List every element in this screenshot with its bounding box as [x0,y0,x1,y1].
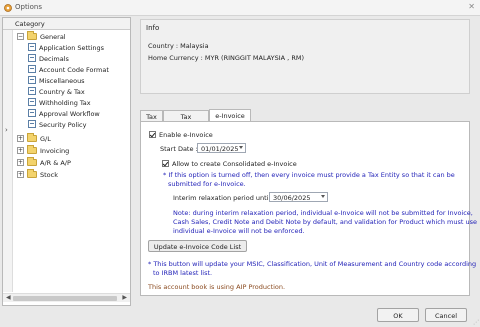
settings-page-icon [28,109,36,117]
tree-item-label: Approval Workflow [39,110,100,118]
chevron-down-icon[interactable] [239,146,243,149]
tree-item-stock[interactable]: + Stock [13,169,130,180]
settings-page-icon [28,120,36,128]
info-panel: Info Country : Malaysia Home Currency : … [140,19,470,94]
window-title: Options [15,3,43,11]
info-title: Info [146,24,160,32]
interim-relaxation-label: Interim relaxation period until : [173,194,275,202]
title-bar: Options ✕ [0,0,480,16]
collapse-toggle-icon[interactable]: − [17,33,24,40]
interim-relaxation-value: 30/06/2025 [273,194,311,202]
tree-item-label: Stock [40,171,58,179]
enable-e-invoice-label: Enable e-Invoice [159,131,213,139]
update-note-line-1: * This button will update your MSIC, Cla… [148,260,477,268]
consolidated-note-line-2: submitted for e-Invoice. [168,180,246,188]
allow-consolidated-checkbox[interactable] [162,160,169,167]
row-indicator-gutter: › [3,30,13,292]
tree-header: Category [3,18,130,30]
settings-page-icon [28,87,36,95]
tree-header-label: Category [15,20,45,28]
expand-toggle-icon[interactable]: + [17,171,24,178]
tree-item-label: Application Settings [39,44,105,52]
cancel-button[interactable]: Cancel [425,308,467,322]
tree-item-ar-ap[interactable]: + A/R & A/P [13,157,130,168]
folder-icon [27,157,37,166]
update-note-line-2: to IRBM latest list. [153,269,213,277]
tree-item-label: Security Policy [39,121,87,129]
tree-item-invoicing[interactable]: + Invoicing [13,145,130,156]
tree-item-label: General [40,33,66,41]
allow-consolidated-label: Allow to create Consolidated e-Invoice [172,160,297,168]
expand-toggle-icon[interactable]: + [17,159,24,166]
settings-page-icon [28,65,36,73]
aip-production-note: This account book is using AIP Productio… [148,283,286,291]
settings-page-icon [28,98,36,106]
tree-item-general[interactable]: − General [13,31,130,42]
update-e-invoice-code-list-button[interactable]: Update e-Invoice Code List [148,240,247,252]
tree-item-label: A/R & A/P [40,159,71,167]
tree-item-decimals[interactable]: Decimals [13,53,130,64]
tree-item-label: G/L [40,135,51,143]
country-text: Country : Malaysia [148,42,209,50]
folder-icon [27,145,37,154]
tree-item-withholding-tax[interactable]: Withholding Tax [13,97,130,108]
ok-button[interactable]: OK [377,308,419,322]
settings-page-icon [28,54,36,62]
enable-e-invoice-checkbox[interactable] [149,131,156,138]
expand-toggle-icon[interactable]: + [17,147,24,154]
home-currency-text: Home Currency : MYR (RINGGIT MALAYSIA , … [148,54,304,62]
start-date-picker[interactable]: 01/01/2025 [197,143,246,153]
tree-item-label: Country & Tax [39,88,85,96]
folder-icon [27,31,37,40]
tab-tax-reporting[interactable]: Tax Reporting [163,110,209,129]
interim-relaxation-date-picker[interactable]: 30/06/2025 [269,192,328,202]
folder-icon [27,169,37,178]
tab-e-invoice[interactable]: e-Invoice [209,109,251,121]
expand-toggle-icon[interactable]: + [17,135,24,142]
consolidated-note-line-1: * If this option is turned off, then eve… [163,171,455,179]
horizontal-scrollbar[interactable]: ◀ ▶ [3,293,130,302]
relaxation-note-line-3: individual e-Invoice will not be enforce… [173,227,305,235]
e-invoice-panel: Enable e-Invoice Start Date : 01/01/2025… [140,121,477,296]
tree-item-label: Withholding Tax [39,99,91,107]
tab-tax[interactable]: Tax [140,110,163,121]
relaxation-note-line-2: Cash Sales, Credit Note and Debit Note b… [173,218,478,226]
chevron-down-icon[interactable] [321,195,325,198]
start-date-value: 01/01/2025 [201,145,239,153]
relaxation-note-line-1: Note: during interim relaxation period, … [173,209,473,217]
tree-item-approval-workflow[interactable]: Approval Workflow [13,108,130,119]
tree-item-application-settings[interactable]: Application Settings [13,42,130,53]
tree-item-label: Account Code Format [39,66,109,74]
tree-item-country-tax[interactable]: Country & Tax [13,86,130,97]
close-icon[interactable]: ✕ [468,2,475,11]
tree-item-label: Invoicing [40,147,70,155]
tree-item-label: Miscellaneous [39,77,85,85]
folder-icon [27,133,37,142]
settings-page-icon [28,43,36,51]
scroll-thumb[interactable] [13,296,117,301]
tree-item-label: Decimals [39,55,69,63]
options-app-icon [4,4,12,12]
category-tree: Category › − General Application Setting… [2,17,131,306]
tree-item-security-policy[interactable]: Security Policy [13,119,130,130]
start-date-label: Start Date : [160,145,198,153]
settings-page-icon [28,76,36,84]
tree-item-miscellaneous[interactable]: Miscellaneous [13,75,130,86]
tree-item-gl[interactable]: + G/L [13,133,130,144]
scroll-right-icon[interactable]: ▶ [122,294,127,301]
tree-item-account-code-format[interactable]: Account Code Format [13,64,130,75]
scroll-left-icon[interactable]: ◀ [6,294,11,301]
current-row-indicator-icon: › [5,126,8,134]
resize-grip-icon[interactable]: ⋰ [473,319,479,326]
